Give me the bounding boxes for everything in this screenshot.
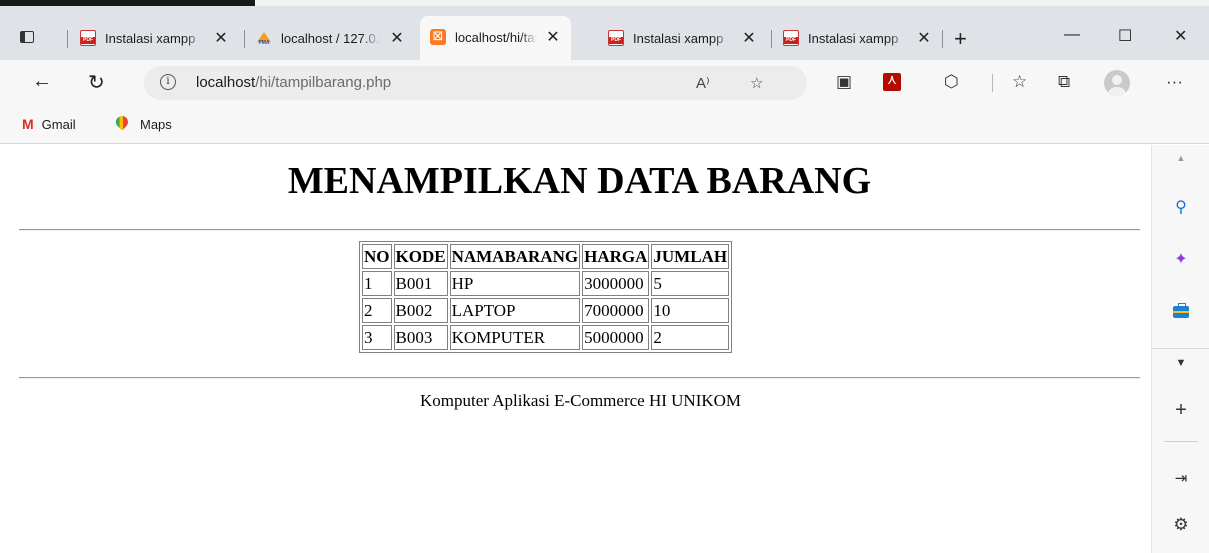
close-icon[interactable]: ✕ xyxy=(545,27,561,47)
tab-divider xyxy=(244,30,245,48)
tab-phpmyadmin[interactable]: localhost / 127.0.0.1 ✕ xyxy=(256,24,405,52)
close-icon[interactable]: ✕ xyxy=(389,28,405,48)
url-host: localhost xyxy=(196,74,256,91)
table-cell: 10 xyxy=(651,298,730,323)
collections-plus-icon[interactable]: ⧉ xyxy=(1058,72,1070,92)
url-text[interactable]: localhost/hi/tampilbarang.php xyxy=(196,74,391,91)
table-row: 1 B001 HP 3000000 5 xyxy=(362,271,730,296)
tab-active-tampilbarang[interactable]: localhost/hi/tampilbarang.php ✕ xyxy=(420,16,571,66)
column-header: HARGA xyxy=(582,244,650,269)
table-cell: 2 xyxy=(362,298,392,323)
add-sidebar-app-icon[interactable]: + xyxy=(1152,399,1209,422)
pdf-icon xyxy=(608,30,624,46)
edge-sidebar: ▲ ⚲ ✦ ▼ + ⇥ ⚙ xyxy=(1151,145,1209,553)
tab-divider xyxy=(942,30,943,48)
sidebar-divider xyxy=(1152,348,1209,349)
table-cell: 5000000 xyxy=(582,325,650,350)
address-bar[interactable]: i localhost/hi/tampilbarang.php A⁾ ☆ xyxy=(144,66,807,100)
minimize-button[interactable]: — xyxy=(1064,26,1080,44)
more-menu-icon[interactable]: ··· xyxy=(1166,72,1183,92)
table-cell: B003 xyxy=(393,325,448,350)
close-icon[interactable]: ✕ xyxy=(741,28,757,48)
tab-instalasi-3[interactable]: Instalasi xampp ✕ xyxy=(783,24,932,52)
search-icon[interactable]: ⚲ xyxy=(1152,197,1209,217)
table-cell: KOMPUTER xyxy=(449,325,581,350)
sidebar-divider xyxy=(1164,441,1198,442)
maps-icon xyxy=(116,116,128,132)
data-table: NO KODE NAMABARANG HARGA JUMLAH 1 B001 H… xyxy=(359,241,733,353)
table-cell: 1 xyxy=(362,271,392,296)
tab-title: Instalasi xampp xyxy=(105,30,196,46)
column-header: NAMABARANG xyxy=(449,244,581,269)
back-arrow-icon[interactable]: ← xyxy=(32,70,52,93)
gmail-icon: M xyxy=(22,116,34,132)
page-footer: Komputer Aplikasi E-Commerce HI UNIKOM xyxy=(419,391,742,410)
bookmark-gmail[interactable]: M Gmail xyxy=(22,116,76,132)
bookmark-label: Maps xyxy=(140,116,172,132)
xampp-icon xyxy=(430,28,446,45)
scroll-up-icon[interactable]: ▲ xyxy=(1152,153,1209,163)
pdf-icon xyxy=(80,30,96,46)
bookmark-maps[interactable]: Maps xyxy=(116,116,172,132)
copilot-sparkle-icon[interactable]: ✦ xyxy=(1152,249,1209,269)
bookmarks-bar: M Gmail Maps xyxy=(0,106,1209,144)
tab-title: localhost/hi/tampilbarang.php xyxy=(455,29,537,45)
collections-icon[interactable]: ▣ xyxy=(836,72,852,92)
scroll-down-icon[interactable]: ▼ xyxy=(1152,357,1209,369)
tab-actions-icon[interactable] xyxy=(18,28,38,48)
settings-gear-icon[interactable]: ⚙ xyxy=(1152,515,1209,535)
page-heading: MENAMPILKAN DATA BARANG xyxy=(287,160,872,202)
table-cell: LAPTOP xyxy=(449,298,581,323)
tab-instalasi-1[interactable]: Instalasi xampp ✕ xyxy=(80,24,229,52)
table-header-row: NO KODE NAMABARANG HARGA JUMLAH xyxy=(362,244,730,269)
refresh-icon[interactable]: ↻ xyxy=(88,70,105,95)
favorites-icon[interactable]: ☆ xyxy=(1012,72,1027,92)
avatar[interactable] xyxy=(1104,70,1130,96)
hide-sidebar-icon[interactable]: ⇥ xyxy=(1152,469,1209,487)
table-row: 2 B002 LAPTOP 7000000 10 xyxy=(362,298,730,323)
tab-instalasi-2[interactable]: Instalasi xampp ✕ xyxy=(608,24,757,52)
tab-title: Instalasi xampp xyxy=(633,30,724,46)
maximize-button[interactable]: ☐ xyxy=(1118,26,1132,46)
table-cell: 3000000 xyxy=(582,271,650,296)
table-cell: 5 xyxy=(651,271,730,296)
new-tab-button[interactable]: + xyxy=(954,26,967,52)
column-header: KODE xyxy=(393,244,448,269)
table-cell: HP xyxy=(449,271,581,296)
url-path: /hi/tampilbarang.php xyxy=(255,74,392,91)
toolbar-divider xyxy=(992,74,993,92)
acrobat-extension-icon[interactable] xyxy=(883,71,901,91)
tab-bar: Instalasi xampp ✕ localhost / 127.0.0.1 … xyxy=(0,6,1209,66)
tab-divider xyxy=(67,30,68,48)
column-header: JUMLAH xyxy=(651,244,730,269)
bottom-divider xyxy=(19,377,1140,379)
extensions-icon[interactable]: ⬡ xyxy=(944,72,959,92)
top-divider xyxy=(19,229,1140,231)
page-content: MENAMPILKAN DATA BARANG NO KODE NAMABARA… xyxy=(0,145,1151,553)
close-icon[interactable]: ✕ xyxy=(916,28,932,48)
phpmyadmin-icon xyxy=(256,30,272,46)
tab-title: localhost / 127.0.0.1 xyxy=(281,30,381,46)
tab-divider xyxy=(771,30,772,48)
browser-toolbar: ← ↻ i localhost/hi/tampilbarang.php A⁾ ☆… xyxy=(0,60,1209,106)
table-cell: 3 xyxy=(362,325,392,350)
window-close-button[interactable]: ✕ xyxy=(1174,26,1187,46)
table-cell: 2 xyxy=(651,325,730,350)
close-icon[interactable]: ✕ xyxy=(213,28,229,48)
table-cell: B002 xyxy=(393,298,448,323)
tab-title: Instalasi xampp xyxy=(808,30,899,46)
tools-icon[interactable] xyxy=(1152,303,1209,323)
bookmark-label: Gmail xyxy=(41,116,76,132)
table-cell: B001 xyxy=(393,271,448,296)
add-favorite-icon[interactable]: ☆ xyxy=(750,74,763,92)
table-cell: 7000000 xyxy=(582,298,650,323)
site-info-icon[interactable]: i xyxy=(160,74,176,90)
read-aloud-icon[interactable]: A⁾ xyxy=(696,74,710,92)
column-header: NO xyxy=(362,244,392,269)
pdf-icon xyxy=(783,30,799,46)
table-row: 3 B003 KOMPUTER 5000000 2 xyxy=(362,325,730,350)
